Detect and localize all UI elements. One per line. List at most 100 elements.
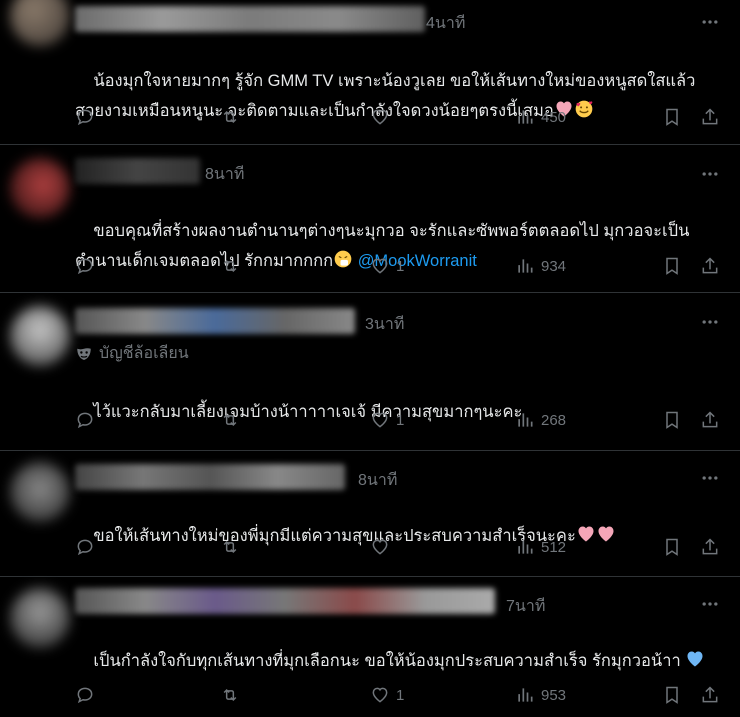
bookmark-button[interactable] (662, 105, 682, 129)
share-icon (702, 257, 718, 274)
retweet-icon (223, 259, 237, 273)
bookmark-icon (666, 257, 678, 275)
retweet-icon (223, 540, 237, 554)
retweet-button[interactable] (220, 535, 240, 559)
timestamp[interactable]: 3นาที (365, 312, 404, 337)
bookmark-button[interactable] (662, 408, 682, 432)
share-button[interactable] (700, 683, 720, 707)
retweet-button[interactable] (220, 408, 240, 432)
share-icon (702, 538, 718, 555)
bookmark-icon (666, 686, 678, 704)
author-name-blurred[interactable] (75, 308, 355, 334)
avatar[interactable] (10, 306, 70, 366)
views-button[interactable]: 268 (515, 408, 566, 432)
more-icon[interactable] (700, 594, 720, 614)
avatar[interactable] (10, 462, 70, 522)
timestamp[interactable]: 4นาที (426, 11, 465, 36)
bookmark-button[interactable] (662, 683, 682, 707)
tweet-4[interactable]: 8นาที ขอให้เส้นทางใหม่ของพี่มุกมีแต่ความ… (0, 450, 740, 577)
like-button[interactable]: 1 (370, 408, 404, 432)
reply-icon (77, 109, 93, 126)
like-count: 1 (396, 257, 405, 275)
reply-icon (77, 687, 93, 704)
bookmark-icon (666, 538, 678, 556)
views-icon (518, 413, 533, 427)
like-button[interactable] (370, 105, 396, 129)
like-button[interactable]: 1 (370, 683, 404, 707)
avatar[interactable] (10, 158, 70, 218)
reply-icon (77, 412, 93, 429)
blue-heart-icon (687, 651, 703, 667)
avatar[interactable] (10, 588, 70, 648)
share-button[interactable] (700, 535, 720, 559)
views-icon (518, 110, 533, 124)
reply-button[interactable] (75, 683, 95, 707)
retweet-icon (223, 688, 237, 702)
bookmark-icon (666, 108, 678, 126)
views-icon (518, 688, 533, 702)
bookmark-button[interactable] (662, 535, 682, 559)
views-button[interactable]: 934 (515, 254, 566, 278)
more-icon[interactable] (700, 164, 720, 184)
tweet-1[interactable]: 4นาที น้องมุกใจหายมากๆ รู้จัก GMM TV เพร… (0, 0, 740, 145)
author-name-blurred[interactable] (75, 464, 345, 490)
like-button[interactable] (370, 535, 396, 559)
view-count: 953 (541, 686, 567, 704)
like-button[interactable]: 1 (370, 254, 404, 278)
author-name-blurred[interactable] (75, 158, 200, 184)
tweet-actions: 1 934 (75, 254, 725, 278)
reply-button[interactable] (75, 408, 95, 432)
reply-button[interactable] (75, 105, 95, 129)
timestamp[interactable]: 8นาที (358, 468, 397, 493)
like-count: 1 (396, 686, 405, 704)
view-count: 934 (541, 257, 567, 275)
like-icon (372, 258, 388, 274)
reply-button[interactable] (75, 535, 95, 559)
views-icon (518, 259, 533, 273)
reply-button[interactable] (75, 254, 95, 278)
more-icon[interactable] (700, 468, 720, 488)
avatar[interactable] (10, 0, 70, 46)
timestamp[interactable]: 8นาที (205, 162, 244, 187)
share-icon (702, 686, 718, 703)
mask-icon (77, 347, 91, 360)
reply-icon (77, 258, 93, 275)
views-icon (518, 540, 533, 554)
view-count: 450 (541, 108, 567, 126)
bookmark-icon (666, 411, 678, 429)
retweet-button[interactable] (220, 254, 240, 278)
retweet-icon (223, 413, 237, 427)
tweet-text: น้องมุกใจหายมากๆ รู้จัก GMM TV เพราะน้อง… (75, 72, 696, 120)
retweet-button[interactable] (220, 683, 240, 707)
tweet-actions: 450 (75, 105, 725, 129)
parody-label: บัญชีล้อเลียน (75, 341, 189, 366)
share-button[interactable] (700, 254, 720, 278)
tweet-actions: 512 (75, 535, 725, 559)
views-button[interactable]: 512 (515, 535, 566, 559)
like-icon (372, 687, 388, 703)
bookmark-button[interactable] (662, 254, 682, 278)
tweet-text: ขอบคุณที่สร้างผลงานตำนานๆต่างๆนะมุกวอ จะ… (75, 222, 690, 270)
more-icon[interactable] (700, 312, 720, 332)
author-name-blurred[interactable] (75, 6, 425, 32)
retweet-button[interactable] (220, 105, 240, 129)
views-button[interactable]: 953 (515, 683, 566, 707)
view-count: 268 (541, 411, 567, 429)
like-icon (372, 412, 388, 428)
like-icon (372, 109, 388, 125)
share-button[interactable] (700, 105, 720, 129)
tweet-actions: 1 953 (75, 683, 725, 707)
views-button[interactable]: 450 (515, 105, 566, 129)
author-name-blurred[interactable] (75, 588, 495, 614)
retweet-icon (223, 110, 237, 124)
share-icon (702, 411, 718, 428)
reply-icon (77, 539, 93, 556)
like-icon (372, 539, 388, 555)
more-icon[interactable] (700, 12, 720, 32)
tweet-3[interactable]: 3นาที บัญชีล้อเลียน ไว้แวะกลับมาเลี้ยงเจ… (0, 292, 740, 451)
share-button[interactable] (700, 408, 720, 432)
view-count: 512 (541, 538, 567, 556)
like-count: 1 (396, 411, 405, 429)
tweet-5[interactable]: 7นาที เป็นกำลังใจกับทุกเส้นทางที่มุกเลือ… (0, 576, 740, 717)
tweet-2[interactable]: 8นาที ขอบคุณที่สร้างผลงานตำนานๆต่างๆนะมุ… (0, 144, 740, 293)
